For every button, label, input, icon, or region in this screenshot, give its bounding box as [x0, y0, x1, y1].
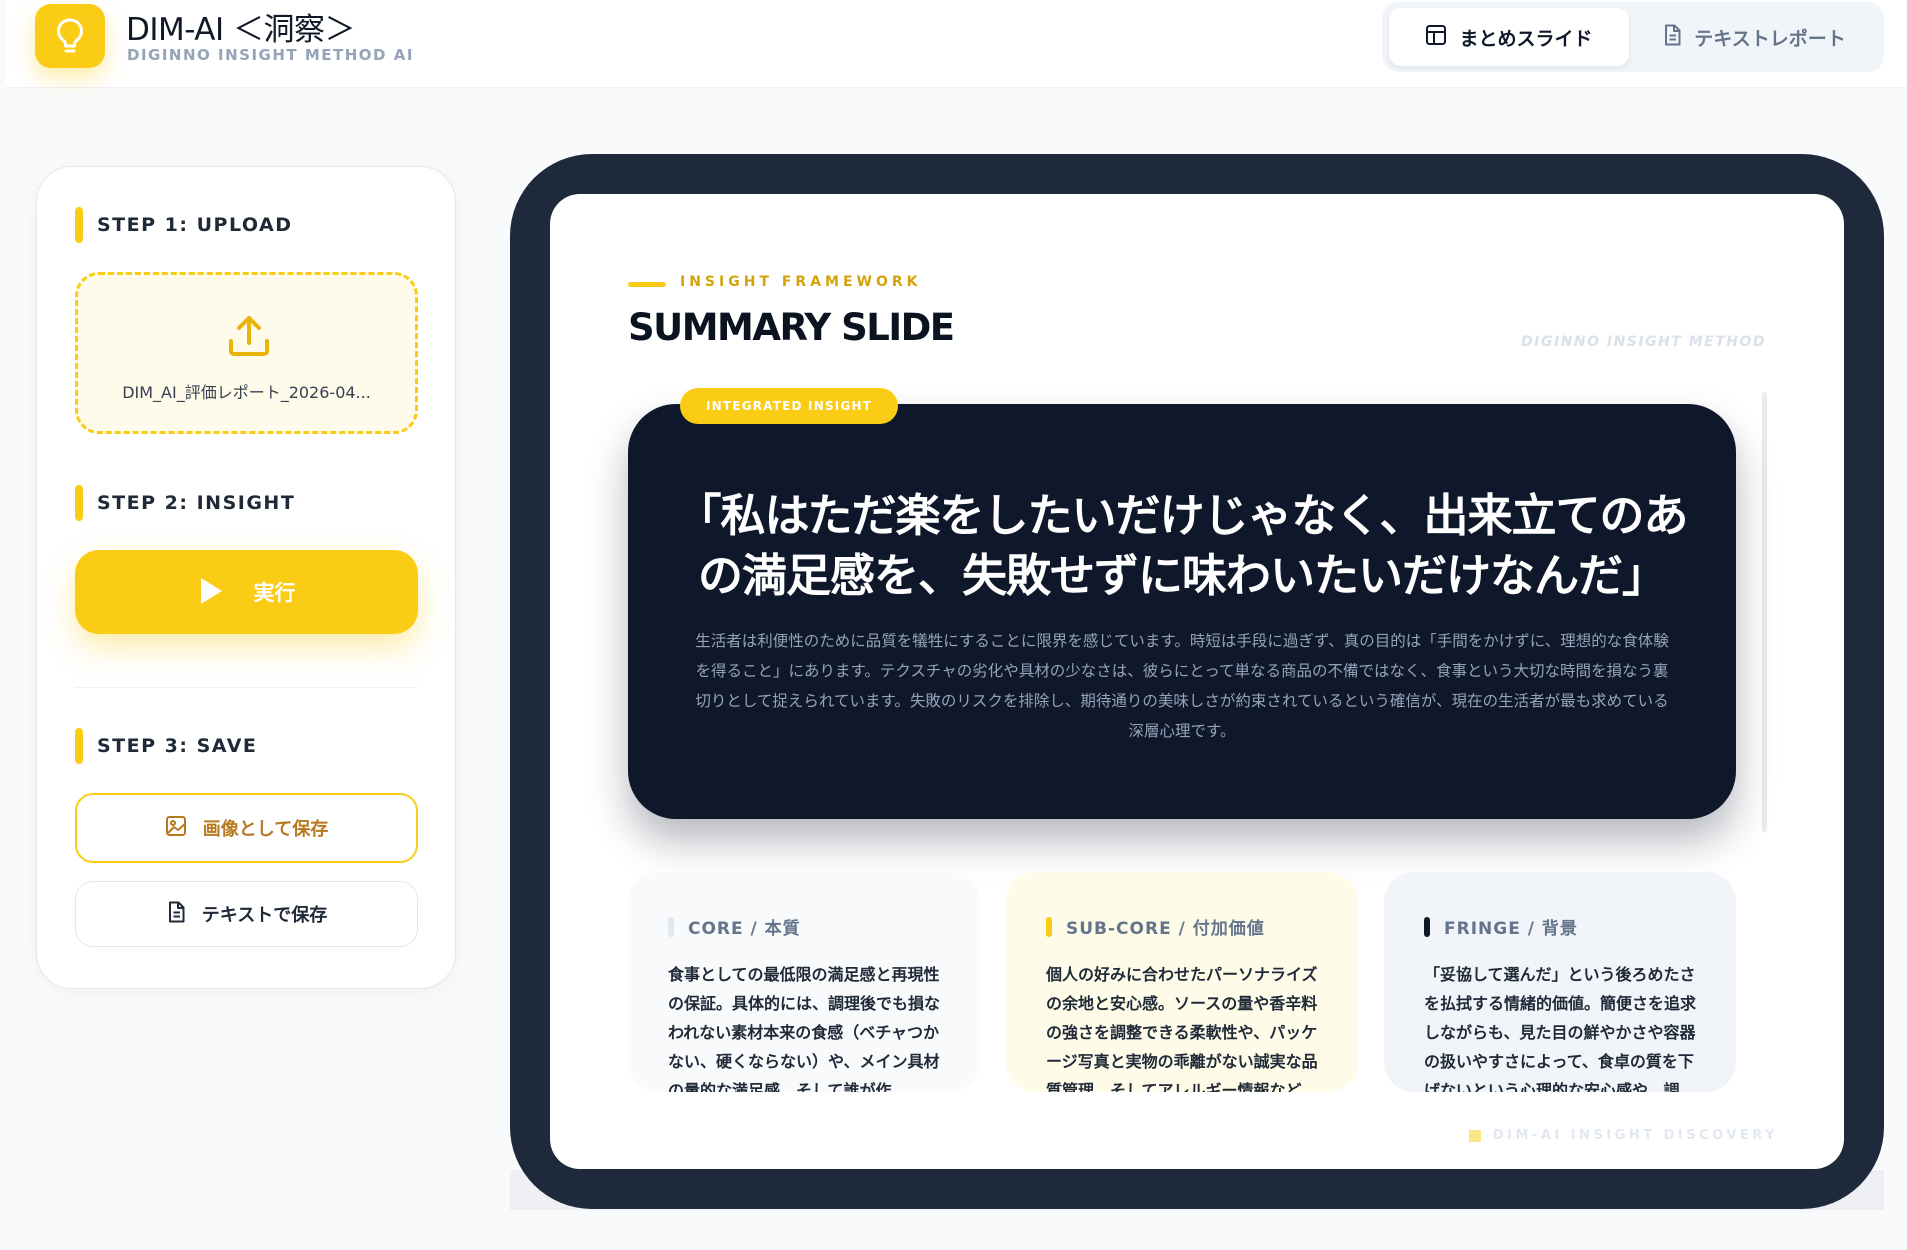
app-header: DIM-AI ＜洞察＞ DIGINNO INSIGHT METHOD AI まと…	[5, 0, 1907, 88]
sidebar-panel: STEP 1: UPLOAD DIM_AI_評価レポート_2026-04... …	[36, 166, 456, 989]
integrated-insight-card: INTEGRATED INSIGHT 「私はただ楽をしたいだけじゃなく、出来立て…	[628, 388, 1736, 819]
insight-body: 生活者は利便性のために品質を犠牲にすることに限界を感じています。時短は手段に過ぎ…	[695, 632, 1669, 740]
save-image-label: 画像として保存	[202, 819, 329, 839]
step3-label: STEP 3: SAVE	[97, 735, 258, 757]
insight-quote: 「私はただ楽をしたいだけじゃなく、出来立てのあの満足感を、失敗せずに味わいたいだ…	[676, 489, 1688, 602]
sub-core-card-body: 個人の好みに合わせたパーソナライズの余地と安心感。ソースの量や香辛料の強さを調整…	[1046, 965, 1318, 1092]
card-header: FRINGE / 背景	[1424, 914, 1578, 939]
document-icon	[166, 901, 186, 928]
fringe-card-title: FRINGE / 背景	[1444, 919, 1578, 939]
card-header: SUB-CORE / 付加価値	[1046, 914, 1265, 939]
framework-label: INSIGHT FRAMEWORK	[680, 274, 922, 290]
card-marker	[668, 916, 674, 937]
app-window: DIM-AI ＜洞察＞ DIGINNO INSIGHT METHOD AI まと…	[0, 0, 1907, 1250]
uploaded-file-name: DIM_AI_評価レポート_2026-04...	[122, 383, 371, 402]
tab-summary-label: まとめスライド	[1459, 27, 1593, 50]
footer-square-icon	[1468, 1129, 1481, 1142]
save-image-button[interactable]: 画像として保存	[75, 793, 418, 863]
step1-heading: STEP 1: UPLOAD	[75, 207, 293, 243]
step2-label: STEP 2: INSIGHT	[97, 492, 296, 514]
core-card-body: 食事としての最低限の満足感と再現性の保証。具体的には、調理後でも損なわれない素材…	[668, 965, 941, 1092]
view-tabs: まとめスライド テキストレポート	[1382, 2, 1884, 72]
layout-icon	[1425, 24, 1447, 51]
run-label: 実行	[253, 582, 296, 605]
sidebar-divider	[75, 687, 418, 688]
card-header: CORE / 本質	[668, 914, 801, 939]
step3-heading: STEP 3: SAVE	[75, 728, 257, 764]
step-marker	[75, 207, 83, 243]
upload-icon	[226, 313, 272, 363]
card-marker	[1424, 916, 1430, 937]
insight-cards: CORE / 本質 食事としての最低限の満足感と再現性の保証。具体的には、調理後…	[628, 872, 1736, 1092]
play-icon	[198, 576, 224, 609]
sub-core-card: SUB-CORE / 付加価値 個人の好みに合わせたパーソナライズの余地と安心感…	[1006, 872, 1358, 1092]
run-insight-button[interactable]: 実行	[75, 550, 418, 634]
fringe-card-body: 「妥協して選んだ」という後ろめたさを払拭する情緒的価値。簡便さを追求しながらも、…	[1424, 965, 1697, 1092]
summary-slide: INSIGHT FRAMEWORK SUMMARY SLIDE DIGINNO …	[550, 194, 1844, 1169]
step2-heading: STEP 2: INSIGHT	[75, 485, 295, 521]
core-card: CORE / 本質 食事としての最低限の満足感と再現性の保証。具体的には、調理後…	[628, 872, 980, 1092]
slide-brand: DIGINNO INSIGHT METHOD	[1521, 334, 1766, 350]
step-marker	[75, 728, 83, 764]
app-subtitle: DIGINNO INSIGHT METHOD AI	[127, 46, 414, 64]
core-card-title: CORE / 本質	[688, 919, 801, 939]
save-text-button[interactable]: テキストで保存	[75, 881, 418, 947]
tab-text-report[interactable]: テキストレポート	[1634, 8, 1874, 66]
step-marker	[75, 485, 83, 521]
tab-report-label: テキストレポート	[1694, 27, 1846, 50]
step1-label: STEP 1: UPLOAD	[97, 214, 293, 236]
document-icon	[1662, 24, 1682, 51]
slide-scrollbar[interactable]	[1762, 392, 1767, 832]
insight-badge: INTEGRATED INSIGHT	[680, 388, 899, 424]
footer-text: DIM-AI INSIGHT DISCOVERY	[1492, 1128, 1778, 1143]
save-text-label: テキストで保存	[201, 905, 328, 925]
slide-preview-frame: INSIGHT FRAMEWORK SUMMARY SLIDE DIGINNO …	[510, 154, 1884, 1209]
tab-summary-slide[interactable]: まとめスライド	[1389, 8, 1629, 66]
slide-footer: DIM-AI INSIGHT DISCOVERY	[1468, 1128, 1778, 1143]
framework-accent-line	[628, 282, 666, 287]
sub-core-card-title: SUB-CORE / 付加価値	[1066, 919, 1265, 939]
slide-title: SUMMARY SLIDE	[628, 306, 955, 349]
image-icon	[165, 815, 187, 842]
fringe-card: FRINGE / 背景 「妥協して選んだ」という後ろめたさを払拭する情緒的価値。…	[1384, 872, 1736, 1092]
lightbulb-icon	[35, 4, 105, 68]
app-title: DIM-AI ＜洞察＞	[126, 12, 355, 48]
card-marker	[1046, 916, 1052, 937]
upload-dropzone[interactable]: DIM_AI_評価レポート_2026-04...	[75, 272, 418, 434]
